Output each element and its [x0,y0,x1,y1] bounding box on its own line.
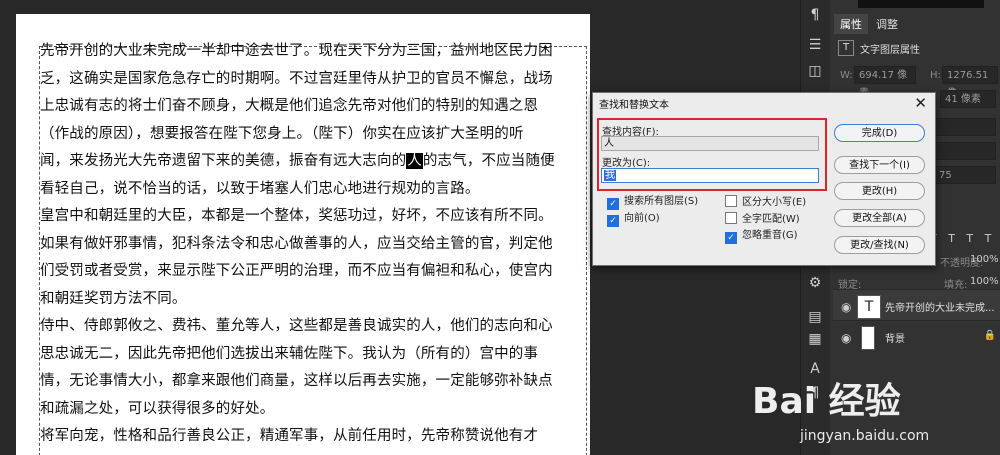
change-find-button[interactable]: 更改/查找(N) [834,236,925,254]
checkbox-checked-icon: ✓ [725,232,737,244]
font-size-field[interactable]: 75 [934,166,996,184]
document-canvas[interactable]: 先帝开创的大业未完成一半却中途去世了。现在天下分为三国，益州地区民力困 乏，这确… [16,14,590,455]
visibility-eye-icon[interactable]: ◉ [841,300,851,314]
text-segment: 的志气，不应当随便 [422,153,555,169]
h-label: H: [930,70,941,81]
find-next-button[interactable]: 查找下一个(I) [834,156,925,174]
find-replace-dialog: 查找和替换文本 ✕ 查找内容(F): 人 更改为(C): 我 ✓ 搜索所有图层(S… [592,92,936,266]
watermark-url: jingyan.baidu.com [800,428,930,444]
find-input[interactable]: 人 [601,136,819,151]
text-layer-thumbnail: T [857,295,881,319]
text-line: 侍中、侍郎郭攸之、费祎、董允等人，这些都是善良诚实的人，他们的志向和心 [40,318,553,334]
text-segment: 闻，来发扬光大先帝遗留下来的美德，振奋有远大志向的 [40,153,407,169]
checkbox-unchecked-icon [725,195,737,207]
text-line: 看轻自己，说不恰当的话，以致于堵塞人们忠心地进行规劝的言路。 [40,180,480,197]
text-line: 皇宫中和朝廷里的大臣，本都是一个整体，奖惩功过，好坏，不应该有所不同。 [40,208,553,224]
text-line: 上忠诚有志的将士们奋不顾身，大概是他们追念先帝对他们的特别的知遇之恩 [40,98,539,114]
ignore-accents-checkbox[interactable]: ✓ 忽略重音(G) [725,229,798,244]
checkbox-label: 向前(O) [624,213,660,224]
font-style-select[interactable] [934,118,996,136]
forward-checkbox[interactable]: ✓ 向前(O) [607,212,660,227]
history-icon[interactable]: ◫ [806,62,824,80]
background-layer-thumbnail [861,326,875,350]
w-label: W: [840,70,853,81]
font-weight-select[interactable] [934,142,996,160]
text-line: 乏，这确实是国家危急存亡的时期啊。不过宫廷里侍从护卫的官员不懈怠，战场 [40,70,553,87]
selected-text: 我 [604,170,616,181]
text-line: 情，无论事情大小，都拿来跟他们商量，这样以后再去实施，一定能够弥补缺点 [40,373,553,389]
change-all-button[interactable]: 更改全部(A) [834,209,925,227]
done-button[interactable]: 完成(D) [834,124,925,142]
replace-input[interactable]: 我 [601,168,819,183]
checkbox-label: 全字匹配(W) [742,214,800,225]
text-line: 如果有做奸邪事情，犯科条法令和忠心做善事的人，应当交给主管的官，判定他 [40,235,553,252]
width-field[interactable]: 694.17 像素 [854,66,916,99]
y-field[interactable]: 41 像素 [940,90,996,108]
layers-icon[interactable]: ▤ [806,308,824,326]
settings-icon[interactable]: ⚙ [806,274,824,292]
text-line: 和朝廷奖罚方法不同。 [40,290,187,307]
layer-row-background[interactable]: ◉ 背景 🔒 [833,320,1000,355]
checkbox-label: 区分大小写(E) [742,197,807,208]
layer-name: 先帝开创的大业未完成... [885,303,995,314]
tab-adjustments[interactable]: 调整 [870,14,904,34]
watermark-logo: Bai 经验 [752,381,901,422]
paragraph-icon[interactable]: ¶ [806,6,824,24]
tab-properties[interactable]: 属性 [834,14,868,34]
text-line-with-highlight: 闻，来发扬光大先帝遗留下来的美德，振奋有远大志向的人的志气，不应当随便 [40,148,590,176]
fill-value[interactable]: 100% [970,276,999,287]
panel-preview-strip [858,0,984,8]
layer-row-text[interactable]: ◉ T 先帝开创的大业未完成... [833,289,1000,324]
channels-icon[interactable]: ▦ [806,330,824,348]
document-text: 先帝开创的大业未完成一半却中途去世了。现在天下分为三国，益州地区民力困 乏，这确… [40,38,590,451]
search-all-layers-checkbox[interactable]: ✓ 搜索所有图层(S) [607,195,699,210]
checkbox-label: 忽略重音(G) [742,230,798,241]
case-sensitive-checkbox[interactable]: 区分大小写(E) [725,195,806,209]
text-align-buttons[interactable]: T T T T [930,232,995,245]
close-icon[interactable]: ✕ [914,94,927,112]
text-layer-icon: T [838,40,854,56]
checkbox-label: 搜索所有图层(S) [624,196,699,207]
properties-icon[interactable]: ☰ [806,36,824,54]
text-line: 和疏漏之处，可以获得很多的好处。 [40,400,275,417]
text-line: 思忠诚无二，因此先帝把他们选拔出来辅佐陛下。我认为（所有的）宫中的事 [40,345,539,362]
checkbox-unchecked-icon [725,212,737,224]
text-line: 先帝开创的大业未完成一半却中途去世了。现在天下分为三国，益州地区民力困 [40,43,553,59]
text-layer-properties-label: 文字图层属性 [860,45,920,56]
change-button[interactable]: 更改(H) [834,182,925,200]
checkbox-checked-icon: ✓ [607,215,619,227]
whole-word-checkbox[interactable]: 全字匹配(W) [725,212,800,226]
visibility-eye-icon[interactable]: ◉ [841,331,851,345]
highlighted-match: 人 [406,153,423,169]
text-line: 将军向宠，性格和品行善良公正，精通军事，从前任用时，先帝称赞说他有才 [40,428,539,444]
dialog-title: 查找和替换文本 [599,100,669,111]
text-line: 们受罚或者受赏，来显示陛下公正严明的治理，而不应当有偏袒和私心，使宫内 [40,263,553,279]
layer-name: 背景 [885,334,905,345]
checkbox-checked-icon: ✓ [607,198,619,210]
text-line: （作战的原因），想要报答在陛下您身上。（陛下）你实在应该扩大圣明的听 [40,125,524,142]
height-field[interactable]: 1276.51 像 [942,66,998,99]
opacity-value[interactable]: 100% [970,254,999,265]
lock-icon: 🔒 [983,330,996,341]
replace-label: 更改为(C): [602,158,651,169]
